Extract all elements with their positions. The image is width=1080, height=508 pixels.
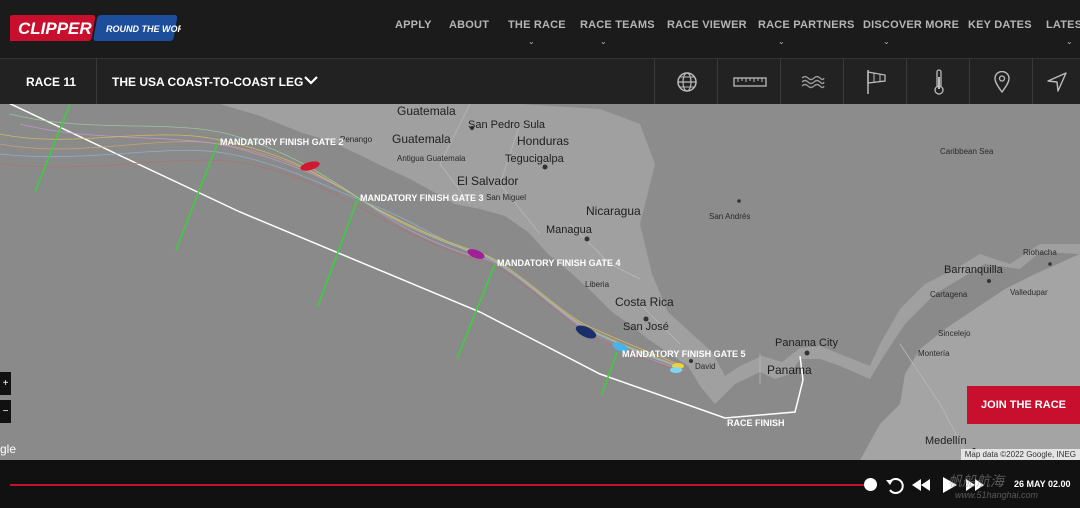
gate-2-line (175, 141, 219, 251)
gate-label-3: MANDATORY FINISH GATE 3 (360, 193, 484, 203)
boat-cyan (670, 367, 682, 373)
playback-bar: 帆船航海 www.51hanghai.com 26 MAY 02.00 (0, 460, 1080, 508)
nav-item-latest[interactable]: LATEST (1046, 19, 1080, 31)
ruler-tool-button[interactable] (717, 59, 781, 105)
gate-3-line (317, 197, 359, 307)
zoom-out-button[interactable]: − (0, 400, 11, 423)
nav-item-apply[interactable]: APPLY (395, 19, 432, 31)
place-label: Medellín (925, 435, 967, 447)
place-label: El Salvador (457, 174, 519, 188)
race-selector-bar: RACE 11 THE USA COAST-TO-COAST LEG (0, 58, 1080, 105)
place-label: Guatemala (397, 104, 456, 118)
top-navigation: CLIPPER ROUND THE WORLD APPLY ABOUT THE RA… (0, 0, 1080, 58)
step-back-icon (912, 479, 930, 491)
place-label: Panama (767, 363, 812, 377)
place-label: Penango (340, 135, 373, 144)
place-label: Liberia (585, 280, 610, 289)
place-label: Managua (546, 224, 592, 236)
wind-tool-button[interactable] (843, 59, 907, 105)
chevron-down-icon[interactable] (303, 72, 319, 88)
nav-item-discover-more[interactable]: DISCOVER MORE (863, 19, 959, 31)
divider (96, 59, 97, 105)
place-label: Antigua Guatemala (397, 154, 466, 163)
place-label: San Miguel (486, 193, 527, 202)
navigation-arrow-icon (1047, 72, 1067, 92)
boat-navy (575, 325, 597, 339)
place-label: Valledupar (1010, 288, 1048, 297)
place-label: Nicaragua (586, 204, 641, 218)
place-label: David (695, 362, 716, 371)
map-attribution[interactable]: Map data ©2022 Google, INEG (960, 449, 1080, 460)
navigation-tool-button[interactable] (1032, 59, 1080, 105)
place-label: Tegucigalpa (505, 153, 564, 165)
globe-tool-button[interactable] (654, 59, 718, 105)
gate-label-2: MANDATORY FINISH GATE 2 (220, 137, 344, 147)
gate-label-5: MANDATORY FINISH GATE 5 (622, 349, 746, 359)
nav-item-race-teams[interactable]: RACE TEAMS (580, 19, 655, 31)
join-the-race-button[interactable]: JOIN THE RACE (967, 386, 1080, 424)
place-label: Caribbean Sea (940, 147, 994, 156)
nav-item-about[interactable]: ABOUT (449, 19, 489, 31)
place-label: Sincelejo (938, 329, 971, 338)
globe-icon (676, 72, 697, 92)
place-label: San Andrés (709, 212, 751, 221)
nav-item-race-viewer[interactable]: RACE VIEWER (667, 19, 747, 31)
chevron-down-icon[interactable]: ⌄ (778, 37, 785, 46)
place-label: Cartagena (930, 290, 968, 299)
zoom-in-button[interactable]: + (0, 372, 11, 395)
race-map[interactable]: Guatemala Guatemala San Pedro Sula Honduras… (0, 104, 1080, 460)
watermark-url: www.51hanghai.com (955, 490, 1039, 500)
chevron-down-icon[interactable]: ⌄ (883, 37, 890, 46)
ruler-icon (732, 77, 767, 87)
timeline-track[interactable] (10, 484, 870, 486)
gate-label-4: MANDATORY FINISH GATE 4 (497, 258, 621, 268)
rewind-icon (886, 478, 904, 494)
nav-item-the-race[interactable]: THE RACE (508, 19, 566, 31)
svg-text:ROUND THE WORLD: ROUND THE WORLD (106, 24, 181, 34)
waves-icon (801, 75, 825, 89)
step-back-button[interactable] (910, 474, 932, 496)
place-label: Costa Rica (615, 295, 674, 309)
place-label: Honduras (517, 134, 570, 148)
place-label: Panama City (775, 337, 838, 349)
race-finish-label: RACE FINISH (727, 418, 785, 428)
place-label: San José (623, 321, 669, 333)
nav-item-race-partners[interactable]: RACE PARTNERS (758, 19, 855, 31)
gate-4-line (456, 263, 496, 360)
temperature-tool-button[interactable] (906, 59, 970, 105)
chevron-down-icon[interactable]: ⌄ (1066, 37, 1073, 46)
place-label: Guatemala (392, 132, 451, 146)
rewind-button[interactable] (884, 474, 906, 496)
svg-text:CLIPPER: CLIPPER (18, 19, 92, 38)
gate-5-line (601, 351, 618, 395)
place-label: Montería (918, 349, 950, 358)
race-number[interactable]: RACE 11 (26, 75, 76, 89)
waves-tool-button[interactable] (780, 59, 844, 105)
location-tool-button[interactable] (969, 59, 1033, 105)
google-logo: gle (0, 442, 17, 456)
place-label: San Pedro Sula (468, 119, 546, 131)
chevron-down-icon[interactable]: ⌄ (600, 37, 607, 46)
nav-item-key-dates[interactable]: KEY DATES (968, 19, 1032, 31)
watermark: 帆船航海 (948, 473, 1004, 489)
chevron-down-icon[interactable]: ⌄ (528, 37, 535, 46)
place-label: Riohacha (1023, 248, 1057, 257)
place-label: Barranquilla (944, 264, 1003, 276)
thermometer-icon (933, 69, 944, 95)
clipper-logo[interactable]: CLIPPER ROUND THE WORLD (5, 13, 196, 43)
timeline-thumb[interactable] (864, 478, 877, 491)
playback-timestamp: 26 MAY 02.00 (1014, 479, 1071, 489)
windsock-icon (866, 70, 886, 94)
location-pin-icon (993, 71, 1010, 93)
leg-title[interactable]: THE USA COAST-TO-COAST LEG (112, 75, 303, 89)
